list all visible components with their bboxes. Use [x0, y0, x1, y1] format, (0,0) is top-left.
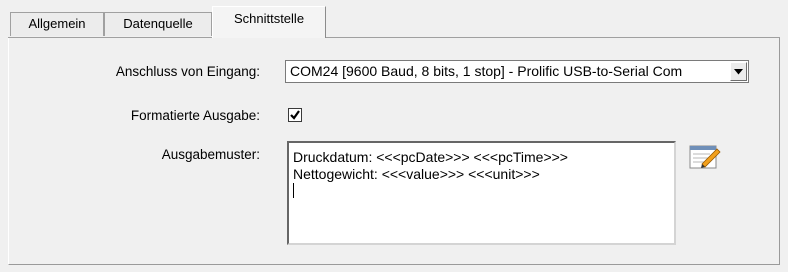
edit-notepad-icon: [689, 145, 721, 169]
tab-strip: Allgemein Datenquelle Schnittstelle: [8, 4, 778, 38]
panel-divider: [8, 37, 780, 38]
formatted-output-checkbox[interactable]: [288, 108, 302, 122]
connection-label: Anschluss von Eingang:: [115, 64, 260, 79]
edit-pattern-button[interactable]: [688, 142, 722, 170]
output-pattern-textarea[interactable]: Druckdatum: <<<pcDate>>> <<<pcTime>>> Ne…: [287, 141, 676, 245]
checkmark-icon: [290, 110, 300, 120]
dropdown-button[interactable]: [730, 62, 747, 81]
chevron-down-icon: [734, 68, 743, 74]
output-pattern-label: Ausgabemuster:: [161, 147, 260, 162]
tab-schnittstelle[interactable]: Schnittstelle: [212, 6, 326, 38]
tab-allgemein[interactable]: Allgemein: [10, 12, 104, 36]
pattern-line: Nettogewicht: <<<value>>> <<<unit>>>: [293, 166, 540, 182]
text-caret: [293, 183, 670, 200]
connection-select[interactable]: COM24 [9600 Baud, 8 bits, 1 stop] - Prol…: [285, 60, 749, 83]
connection-select-value: COM24 [9600 Baud, 8 bits, 1 stop] - Prol…: [290, 63, 683, 79]
formatted-output-label: Formatierte Ausgabe:: [130, 108, 260, 123]
pattern-line: Druckdatum: <<<pcDate>>> <<<pcTime>>>: [293, 149, 568, 165]
tab-datenquelle[interactable]: Datenquelle: [104, 12, 212, 36]
